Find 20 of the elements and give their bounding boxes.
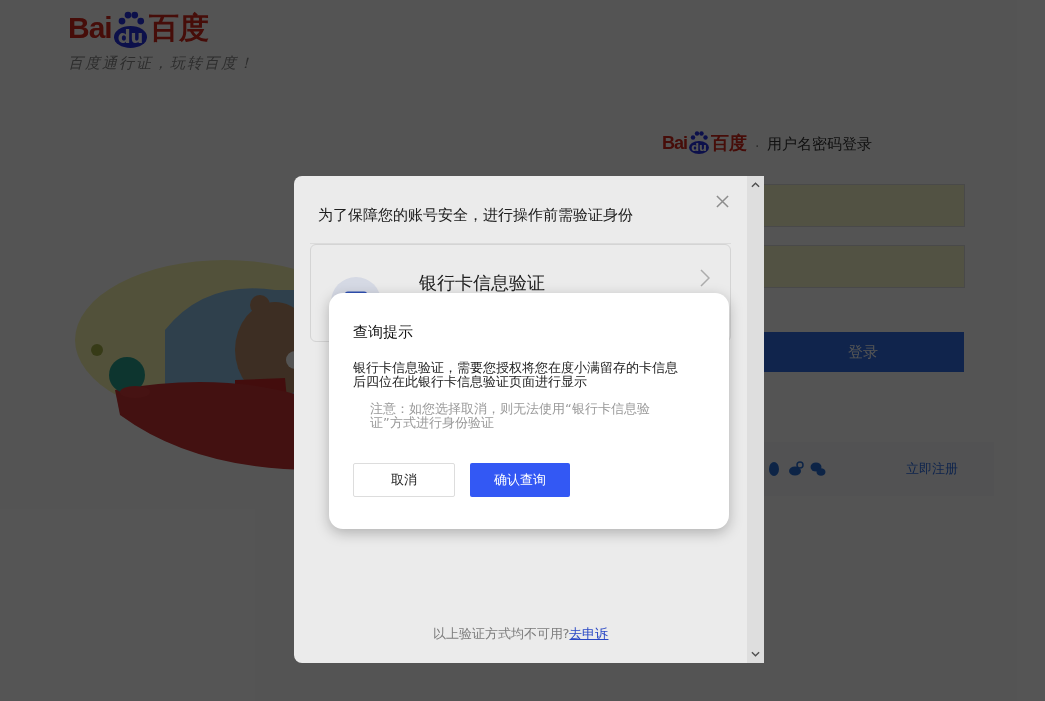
- confirm-button[interactable]: 确认查询: [470, 463, 570, 497]
- scrollbar[interactable]: [747, 176, 764, 663]
- cancel-button[interactable]: 取消: [353, 463, 455, 497]
- dialog-message: 银行卡信息验证，需要您授权将您在度小满留存的卡信息后四位在此银行卡信息验证页面进行显示: [353, 361, 679, 389]
- input-field[interactable]: [762, 184, 965, 227]
- appeal-text: 以上验证方式均不可用?去申诉: [431, 625, 610, 643]
- weibo-icon[interactable]: [788, 461, 804, 477]
- baidu-logo: Bai du 百度: [662, 130, 747, 154]
- login-title: 用户名密码登录: [767, 135, 873, 154]
- input-field[interactable]: [762, 245, 965, 288]
- scroll-down-icon[interactable]: [751, 651, 760, 657]
- dialog-title: 查询提示: [353, 323, 414, 342]
- close-icon[interactable]: [716, 195, 729, 208]
- dialog-note: 注意：如您选择取消，则无法使用“银行卡信息验证”方式进行身份验证: [370, 402, 651, 430]
- separator-dot: ·: [755, 138, 760, 154]
- wechat-icon[interactable]: [810, 461, 826, 477]
- scroll-up-icon[interactable]: [751, 182, 760, 188]
- dialog-title: 为了保障您的账号安全，进行操作前需验证身份: [310, 206, 731, 244]
- appeal-link[interactable]: 去申诉: [569, 626, 609, 641]
- chevron-icon: [700, 269, 710, 287]
